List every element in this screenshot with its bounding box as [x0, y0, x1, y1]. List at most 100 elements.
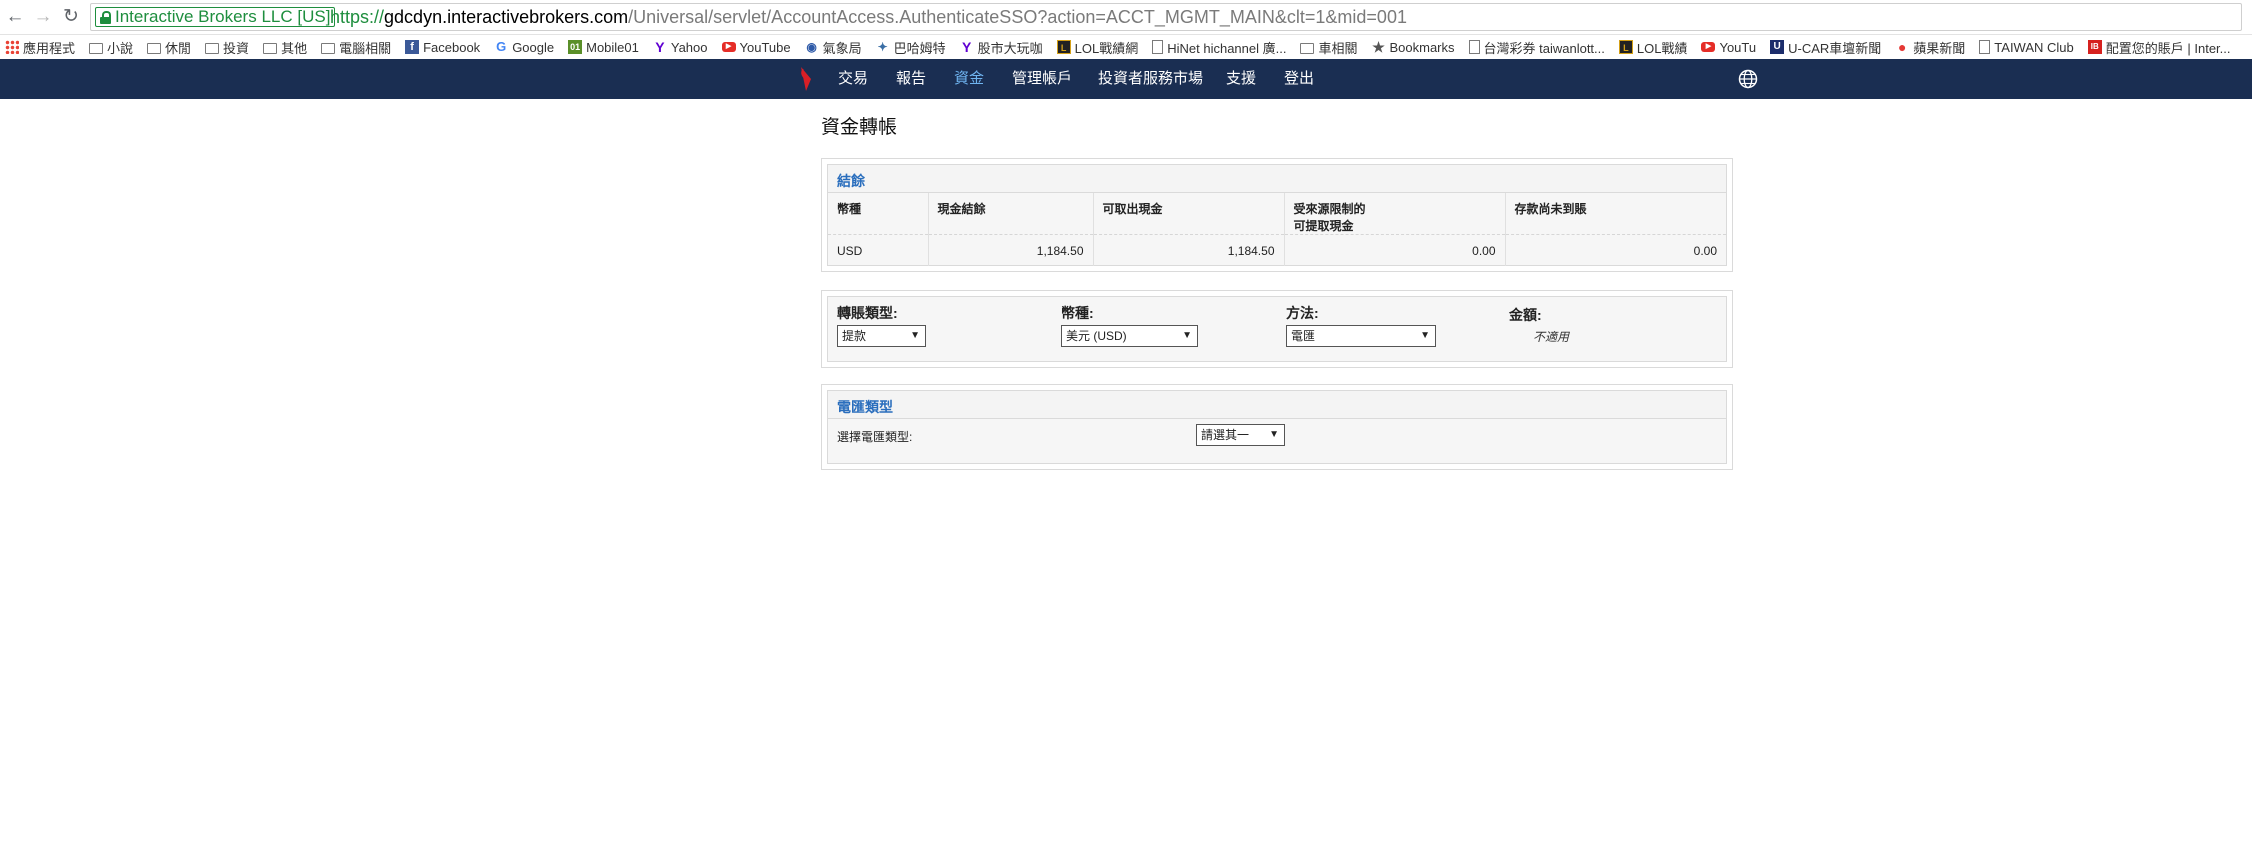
bookmark-label: 投資 [223, 40, 250, 56]
bookmark-label: 電腦相關 [339, 40, 392, 56]
dropdown-arrow-icon: ▼ [910, 330, 920, 341]
nav-logout[interactable]: 登出 [1284, 70, 1314, 88]
apple-icon: ● [1898, 39, 1907, 55]
folder-icon [147, 42, 162, 54]
bookmark-item[interactable]: U U-CAR車壇新聞 [1770, 38, 1881, 57]
dropdown-arrow-icon: ▼ [1420, 330, 1430, 341]
url-text[interactable]: https://gdcdyn.interactivebrokers.com/Un… [330, 7, 1407, 27]
star-icon: ★ [1372, 39, 1385, 55]
col-currency: 幣種 [828, 193, 929, 235]
bookmark-item[interactable]: ▶ YouTu [1701, 40, 1756, 55]
nav-funding[interactable]: 資金 [954, 70, 984, 88]
bookmark-label: Bookmarks [1389, 39, 1455, 55]
back-arrow-icon[interactable]: ← [4, 6, 26, 28]
main-nav: 交易 報告 資金 管理帳戶 投資者服務市場 支援 登出 [0, 59, 2252, 99]
bookmark-item[interactable]: 車相關 [1300, 38, 1357, 57]
bookmark-item[interactable]: L LOL戰績網 [1056, 38, 1139, 57]
bookmark-item[interactable]: IB 配置您的賬戶 | Inter... [2087, 38, 2231, 57]
transfer-type-select[interactable]: 提款 ▼ [837, 325, 926, 347]
lol-icon: L [1056, 40, 1071, 54]
bird-icon: ✦ [877, 40, 888, 54]
col-withdrawable: 可取出現金 [1093, 193, 1285, 235]
secure-badge[interactable]: Interactive Brokers LLC [US] [95, 7, 336, 27]
nav-support[interactable]: 支援 [1226, 70, 1256, 88]
bookmark-item[interactable]: Y Yahoo [653, 39, 707, 55]
bookmark-item[interactable]: ● 蘋果新聞 [1895, 38, 1965, 57]
address-bar[interactable]: Interactive Brokers LLC [US] https://gdc… [90, 3, 2242, 31]
folder-icon [205, 42, 220, 54]
nav-trade[interactable]: 交易 [838, 70, 868, 88]
table-row: USD 1,184.50 1,184.50 0.00 0.00 [828, 234, 1726, 266]
bookmark-item[interactable]: ★ Bookmarks [1371, 40, 1454, 55]
dropdown-arrow-icon: ▼ [1182, 330, 1192, 341]
bookmark-label: TAIWAN Club [1994, 39, 2074, 55]
url-path: /Universal/servlet/AccountAccess.Authent… [628, 7, 1407, 27]
balances-panel: 結餘 幣種 現金結餘 可取出現金 受來源限制的 可提取現金 存款尚未到賬 USD … [821, 158, 1733, 272]
bookmark-item[interactable]: ◉ 氣象局 [805, 38, 861, 57]
dropdown-arrow-icon: ▼ [1269, 429, 1279, 440]
bookmark-label: 應用程式 [23, 40, 76, 56]
lol-icon: L [1618, 40, 1633, 54]
bookmark-item[interactable]: ▶ YouTube [721, 40, 791, 55]
reload-icon[interactable]: ↻ [60, 6, 82, 28]
bookmark-item[interactable]: HiNet hichannel 廣... [1152, 38, 1286, 57]
folder-icon [321, 42, 336, 54]
lock-icon [100, 11, 111, 24]
browser-toolbar: ← → ↻ Interactive Brokers LLC [US] https… [0, 0, 2252, 35]
transfer-type-value: 提款 [842, 329, 867, 343]
bookmark-item[interactable]: TAIWAN Club [1979, 39, 2074, 55]
bookmark-label: HiNet hichannel 廣... [1167, 40, 1287, 56]
nav-reports[interactable]: 報告 [896, 70, 926, 88]
bookmark-label: 配置您的賬戶 | Inter... [2105, 40, 2231, 56]
bookmark-label: 休閒 [165, 40, 192, 56]
bookmark-item[interactable]: ✦ 巴哈姆特 [876, 38, 946, 57]
bookmark-item[interactable]: 其他 [263, 38, 307, 57]
col-restricted: 受來源限制的 可提取現金 [1284, 193, 1506, 235]
bookmark-item[interactable]: 01 Mobile01 [568, 40, 639, 55]
amount-label: 金額: [1509, 307, 1542, 323]
mobile01-icon: 01 [568, 40, 583, 54]
bookmark-item[interactable]: G Google [494, 40, 554, 55]
currency-label: 幣種: [1061, 305, 1094, 321]
folder-icon [1300, 42, 1315, 54]
bookmark-label: LOL戰績網 [1074, 40, 1139, 56]
secure-label: Interactive Brokers LLC [US] [115, 7, 331, 26]
amount-not-applicable: 不適用 [1533, 330, 1570, 344]
bookmark-label: U-CAR車壇新聞 [1788, 40, 1882, 56]
bookmark-label: 台灣彩券 taiwanlott... [1483, 40, 1605, 56]
nav-investor-marketplace[interactable]: 投資者服務市場 [1098, 70, 1203, 88]
bookmark-item[interactable]: 小說 [89, 38, 133, 57]
bookmark-item[interactable]: 投資 [205, 38, 249, 57]
nav-manage-account[interactable]: 管理帳戶 [1012, 70, 1072, 88]
bookmark-label: Google [512, 39, 555, 55]
apps-icon [5, 40, 19, 54]
currency-select[interactable]: 美元 (USD) ▼ [1061, 325, 1198, 347]
bookmark-item[interactable]: f Facebook [405, 40, 480, 55]
bookmark-item[interactable]: 應用程式 [5, 38, 75, 57]
youtube-icon: ▶ [1701, 42, 1716, 52]
method-select[interactable]: 電匯 ▼ [1286, 325, 1436, 347]
google-icon: G [496, 39, 507, 54]
bookmark-item[interactable]: L LOL戰績 [1618, 38, 1687, 57]
bookmark-item[interactable]: 休閒 [147, 38, 191, 57]
folder-icon [89, 42, 104, 54]
ib-logo-icon[interactable] [798, 65, 814, 93]
bookmark-item[interactable]: Y 股市大玩咖 [960, 38, 1043, 57]
ucar-icon: U [1770, 40, 1785, 54]
wire-type-title: 電匯類型 [837, 399, 893, 415]
transfer-options-inner: 轉賬類型: 提款 ▼ 幣種: 美元 (USD) ▼ 方法: 電匯 ▼ 金額: 不… [827, 296, 1727, 362]
bookmark-label: Facebook [423, 39, 481, 55]
cell-pending: 0.00 [1693, 243, 1717, 258]
forward-arrow-icon[interactable]: → [32, 6, 54, 28]
page-icon [1152, 40, 1164, 54]
wire-type-select-label: 選擇電匯類型: [837, 430, 913, 444]
col-restricted-line1: 受來源限制的 [1293, 202, 1366, 216]
bookmark-item[interactable]: 電腦相關 [321, 38, 391, 57]
yahoo-icon: Y [655, 39, 665, 55]
wire-type-select[interactable]: 請選其一 ▼ [1196, 424, 1285, 446]
globe-icon[interactable] [1738, 69, 1758, 89]
bookmark-label: 巴哈姆特 [893, 40, 946, 56]
wire-type-header: 電匯類型 [828, 391, 1726, 419]
bookmark-label: 股市大玩咖 [977, 40, 1043, 56]
bookmark-item[interactable]: 台灣彩券 taiwanlott... [1468, 38, 1605, 57]
